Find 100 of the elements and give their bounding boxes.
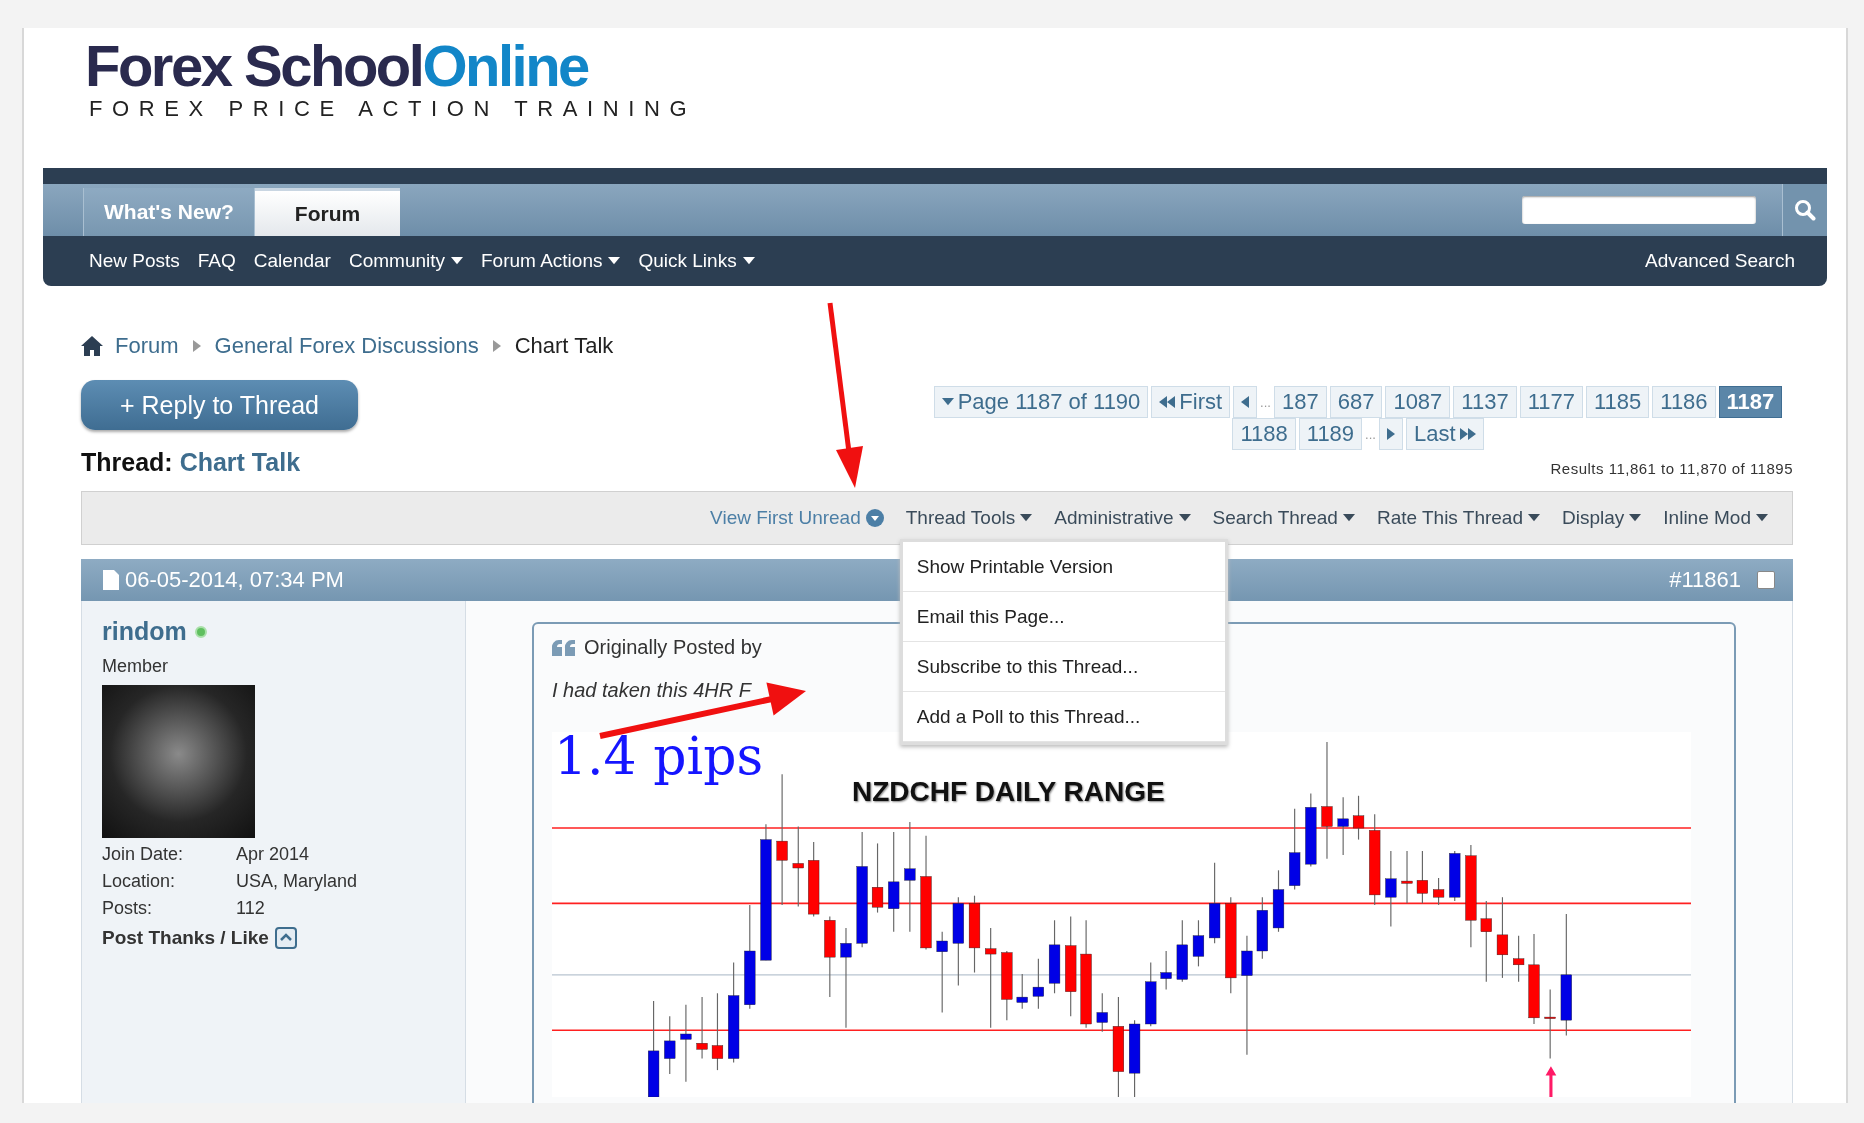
page-link[interactable]: 1185 (1585, 386, 1650, 418)
pagination-ellipsis: ... (1260, 394, 1271, 410)
candlestick (1544, 988, 1556, 1060)
nav-link[interactable]: Quick Links (638, 250, 755, 272)
document-icon (103, 570, 119, 590)
menu-item[interactable]: Subscribe to this Thread... (902, 642, 1225, 692)
page-link[interactable]: 187 (1273, 386, 1327, 418)
nav-link[interactable]: Forum Actions (481, 250, 621, 272)
candlestick (1433, 877, 1445, 906)
nav-tab[interactable]: Forum (254, 188, 401, 236)
candlestick (1192, 919, 1205, 967)
first-page-button[interactable]: First (1151, 386, 1231, 418)
user-title: Member (102, 656, 168, 677)
breadcrumb-link[interactable]: General Forex Discussions (214, 333, 479, 359)
candlestick (664, 1015, 676, 1075)
candlestick (1449, 850, 1461, 902)
caret-icon (1528, 514, 1540, 522)
caret-icon (608, 257, 621, 265)
page-link[interactable]: 1188 (1232, 418, 1296, 450)
caret-icon (1342, 514, 1355, 522)
view-first-unread-link[interactable]: View First Unread (710, 507, 884, 529)
post-date: 06-05-2014, 07:34 PM (125, 567, 344, 593)
caret-icon (1178, 514, 1191, 522)
candlestick (1256, 896, 1268, 960)
toolbar-menu[interactable]: Administrative (1054, 507, 1191, 529)
double-right-arrow-icon (1459, 428, 1476, 440)
right-arrow-icon (1386, 428, 1395, 440)
page-link[interactable]: 1186 (1652, 386, 1716, 418)
toolbar-menu[interactable]: Inline Mod (1663, 507, 1768, 529)
caret-icon (941, 398, 954, 406)
down-circle-icon (865, 509, 884, 527)
info-label: Posts: (102, 898, 154, 919)
info-label: Join Date: (102, 844, 185, 865)
prev-page-button[interactable] (1233, 386, 1258, 418)
thread-title: Thread: Chart Talk (81, 448, 301, 477)
pagination-ellipsis: ... (1365, 426, 1376, 442)
page-link[interactable]: 1087 (1385, 386, 1451, 418)
results-text: Results 11,861 to 11,870 of 11895 (1550, 460, 1793, 477)
page-link[interactable]: 1177 (1519, 386, 1583, 418)
page-link[interactable]: 1187 (1718, 386, 1783, 418)
menu-item[interactable]: Add a Poll to this Thread... (902, 692, 1225, 742)
last-page-button[interactable]: Last (1405, 418, 1484, 450)
candlestick (871, 842, 884, 914)
nav-link[interactable]: New Posts (89, 250, 180, 272)
candlestick (1401, 850, 1413, 904)
candlestick (696, 996, 708, 1060)
breadcrumb-current: Chart Talk (514, 333, 614, 359)
info-value: USA, Maryland (236, 871, 358, 892)
next-page-button[interactable] (1378, 418, 1403, 450)
home-icon[interactable] (81, 336, 103, 356)
quote-header: Originally Posted by (584, 636, 762, 659)
reply-to-thread-button[interactable]: + Reply to Thread (81, 380, 358, 430)
breadcrumb-arrow-icon (190, 338, 203, 354)
toolbar-menu[interactable]: Search Thread (1212, 507, 1355, 529)
page-link[interactable]: 1189 (1298, 418, 1363, 450)
quote-icon (552, 639, 576, 656)
quote-text: I had taken this 4HR F (552, 679, 751, 702)
nav-link[interactable]: Community (348, 250, 463, 272)
info-value: 112 (236, 898, 265, 919)
candlestick (1337, 796, 1349, 856)
caret-icon (1629, 514, 1642, 522)
post-checkbox[interactable] (1757, 571, 1775, 589)
candlestick (1016, 973, 1028, 1010)
logo: Forex SchoolOnline FOREX PRICE ACTION TRAINING (84, 32, 698, 123)
nav-link[interactable]: FAQ (197, 250, 236, 272)
advanced-search-link[interactable]: Advanced Search (1645, 250, 1795, 272)
candlestick (1145, 961, 1157, 1027)
search-button[interactable] (1782, 184, 1827, 236)
candlestick (1001, 950, 1013, 1021)
candlestick (1513, 935, 1525, 983)
info-label: Location: (102, 871, 177, 892)
candlestick (1096, 992, 1108, 1033)
page-jump-button[interactable]: Page 1187 of 1190 (933, 386, 1149, 418)
candlestick (1416, 850, 1428, 904)
breadcrumb-link[interactable]: Forum (115, 333, 179, 359)
chart-note: 1.4 pips (554, 726, 764, 786)
menu-item[interactable]: Show Printable Version (902, 542, 1225, 592)
collapse-icon[interactable] (274, 927, 297, 949)
candlestick (1160, 950, 1172, 990)
candlestick (1032, 958, 1044, 1010)
caret-icon (1020, 514, 1033, 522)
chart-title: NZDCHF DAILY RANGE (852, 776, 1165, 808)
info-value: Apr 2014 (236, 844, 310, 865)
toolbar-menu[interactable]: Display (1562, 507, 1642, 529)
caret-icon (742, 257, 755, 265)
up-arrow-icon (1545, 1066, 1557, 1097)
menu-item[interactable]: Email this Page... (902, 592, 1225, 642)
post-thanks-label: Post Thanks / Like (102, 927, 269, 949)
candlestick (1272, 869, 1285, 933)
nav-link[interactable]: Calendar (253, 250, 331, 272)
left-arrow-icon (1241, 396, 1250, 408)
username[interactable]: rindom (102, 617, 187, 646)
candlestick (1176, 919, 1188, 983)
toolbar-menu[interactable]: Rate This Thread (1376, 507, 1540, 529)
toolbar-menu[interactable]: Thread Tools (905, 507, 1033, 529)
search-icon (1794, 199, 1816, 221)
page-link[interactable]: 1137 (1453, 386, 1517, 418)
search-field[interactable] (1522, 196, 1756, 224)
page-link[interactable]: 687 (1329, 386, 1383, 418)
candlestick (1352, 795, 1365, 841)
